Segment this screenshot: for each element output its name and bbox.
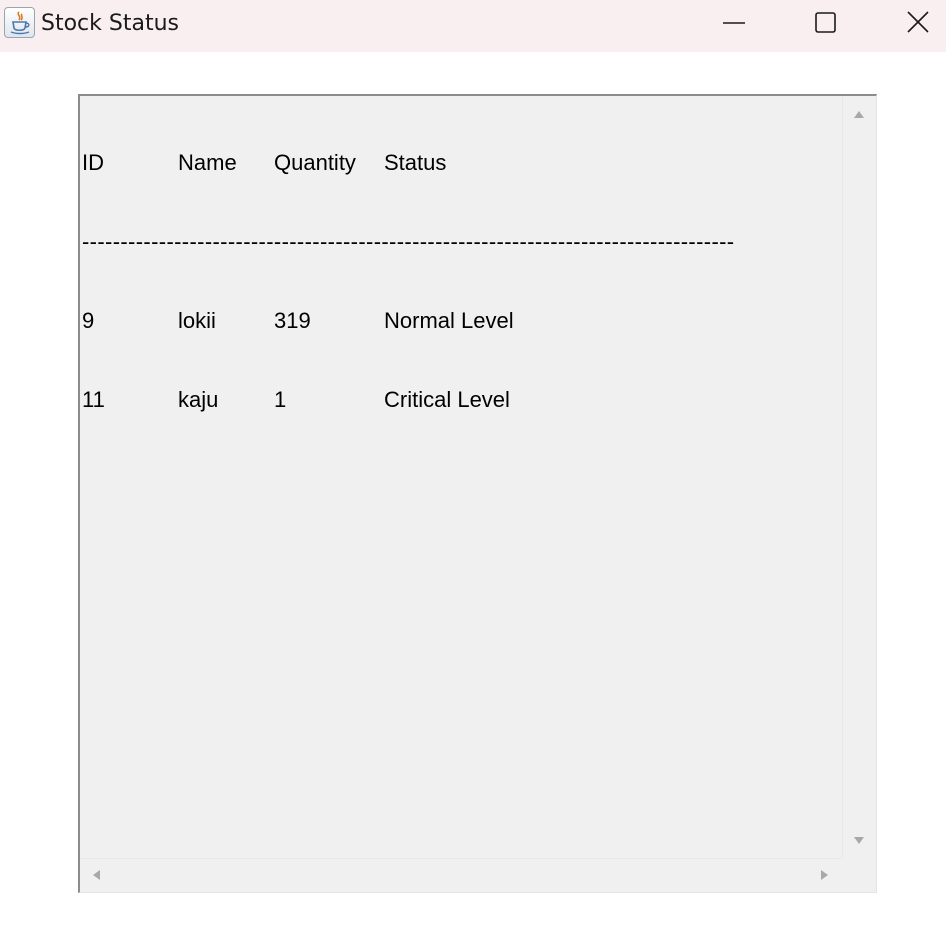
java-cup-icon[interactable]	[4, 7, 35, 38]
header-name: Name	[178, 150, 237, 175]
stock-status-window: Stock Status ID Name Quantity Status ---…	[0, 0, 946, 928]
vertical-scrollbar[interactable]	[842, 96, 876, 858]
title-bar[interactable]: Stock Status	[0, 0, 946, 52]
minimize-button[interactable]	[711, 0, 757, 46]
scroll-left-arrow-icon[interactable]	[93, 870, 100, 880]
header-quantity: Quantity	[274, 150, 356, 175]
row-name: kaju	[178, 387, 219, 412]
maximize-icon	[815, 12, 836, 33]
close-button[interactable]	[895, 0, 941, 46]
row-quantity: 319	[274, 308, 311, 333]
row-status: Critical Level	[384, 387, 510, 412]
row-id: 9	[82, 308, 95, 333]
row-status: Normal Level	[384, 308, 514, 333]
window-title: Stock Status	[41, 11, 179, 36]
scrollbar-corner	[842, 858, 876, 892]
header-id: ID	[82, 150, 104, 175]
header-status: Status	[384, 150, 447, 175]
table-row: 9 lokii 319 Normal Level	[82, 307, 842, 334]
scroll-down-arrow-icon[interactable]	[854, 837, 864, 844]
separator-line: ----------------------------------------…	[82, 229, 735, 254]
maximize-button[interactable]	[802, 0, 848, 46]
minimize-icon	[723, 22, 745, 24]
header-row: ID Name Quantity Status	[82, 149, 842, 176]
row-id: 11	[82, 387, 105, 412]
row-quantity: 1	[274, 387, 287, 412]
close-icon	[907, 11, 929, 33]
scroll-right-arrow-icon[interactable]	[821, 870, 828, 880]
row-name: lokii	[178, 308, 216, 333]
report-text: ID Name Quantity Status ----------------…	[82, 97, 842, 465]
table-row: 11 kaju 1 Critical Level	[82, 386, 842, 413]
horizontal-scrollbar[interactable]	[80, 858, 843, 892]
scroll-up-arrow-icon[interactable]	[854, 111, 864, 118]
stock-report-textarea[interactable]: ID Name Quantity Status ----------------…	[78, 94, 877, 893]
